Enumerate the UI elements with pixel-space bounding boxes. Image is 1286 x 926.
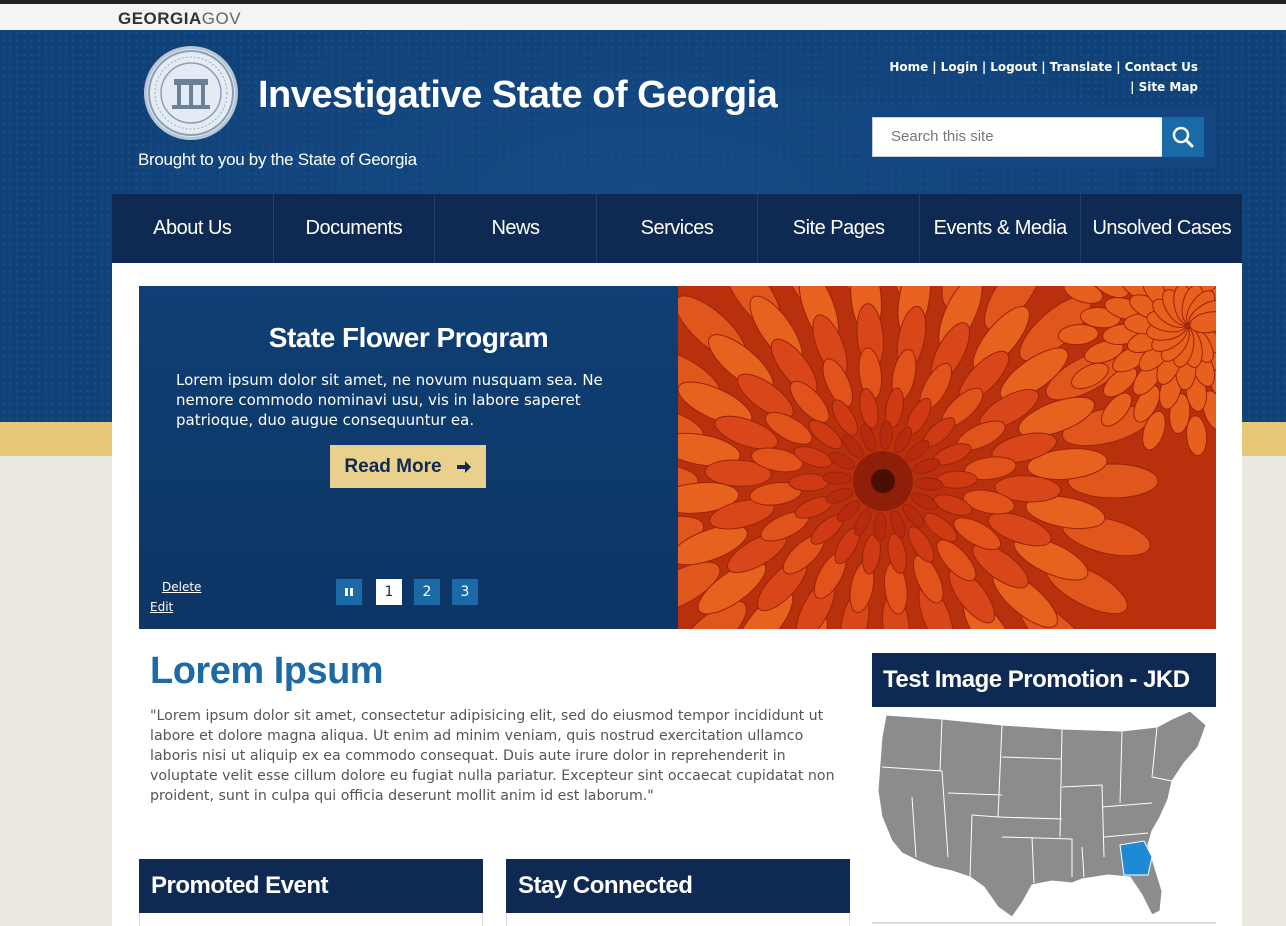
slide-page-3[interactable]: 3 bbox=[452, 579, 478, 605]
home-link[interactable]: Home bbox=[889, 60, 928, 74]
georgia-gov-logo[interactable]: GEORGIAGOV bbox=[118, 9, 241, 29]
nav-about-us[interactable]: About Us bbox=[112, 194, 274, 263]
slide-title: State Flower Program bbox=[268, 322, 549, 353]
delete-link[interactable]: Delete bbox=[162, 580, 201, 594]
utility-links: Home | Login | Logout | Translate | Contact Us |… bbox=[889, 60, 1198, 94]
us-map-image[interactable] bbox=[872, 707, 1216, 922]
stay-connected-heading: Stay Connected bbox=[506, 859, 850, 913]
site-tagline: Brought to you by the State of Georgia bbox=[138, 150, 417, 169]
promoted-event-body bbox=[139, 913, 483, 926]
search-box: Search this site bbox=[860, 106, 1216, 168]
contact-us-link[interactable]: Contact Us bbox=[1125, 60, 1198, 74]
content-body: "Lorem ipsum dolor sit amet, consectetur… bbox=[150, 708, 835, 804]
search-input[interactable]: Search this site bbox=[872, 117, 1164, 157]
main-nav: About Us Documents News Services Site Pa… bbox=[112, 194, 1242, 263]
georgia-gov-bar: GEORGIAGOV bbox=[0, 0, 1286, 30]
nav-services[interactable]: Services bbox=[597, 194, 759, 263]
slide-page-2[interactable]: 2 bbox=[414, 579, 440, 605]
slide-body: Lorem ipsum dolor sit amet, ne novum nus… bbox=[176, 371, 603, 429]
us-map-icon bbox=[877, 710, 1207, 918]
nav-news[interactable]: News bbox=[435, 194, 597, 263]
pause-button[interactable] bbox=[336, 579, 362, 605]
content-title: Lorem Ipsum bbox=[150, 650, 384, 692]
nav-documents[interactable]: Documents bbox=[274, 194, 436, 263]
nav-unsolved-cases[interactable]: Unsolved Cases bbox=[1081, 194, 1242, 263]
state-seal-icon[interactable] bbox=[144, 46, 238, 140]
logo-light: GOV bbox=[201, 9, 242, 28]
slide-page-1[interactable]: 1 bbox=[376, 579, 402, 605]
site-map-link[interactable]: Site Map bbox=[1139, 80, 1198, 94]
edit-link[interactable]: Edit bbox=[150, 600, 173, 614]
search-icon bbox=[1172, 126, 1194, 148]
arrow-right-icon bbox=[456, 460, 471, 473]
login-link[interactable]: Login bbox=[941, 60, 978, 74]
promoted-event-heading: Promoted Event bbox=[139, 859, 483, 913]
nav-events-media[interactable]: Events & Media bbox=[920, 194, 1082, 263]
site-title[interactable]: Investigative State of Georgia bbox=[258, 74, 778, 117]
translate-link[interactable]: Translate bbox=[1050, 60, 1113, 74]
read-more-label: Read More bbox=[344, 455, 442, 477]
promotion-divider bbox=[872, 922, 1216, 924]
stay-connected-body bbox=[506, 913, 850, 926]
promotion-heading: Test Image Promotion - JKD bbox=[872, 653, 1216, 707]
logout-link[interactable]: Logout bbox=[990, 60, 1037, 74]
pause-icon bbox=[345, 588, 353, 596]
read-more-button[interactable]: Read More bbox=[330, 445, 486, 488]
nav-site-pages[interactable]: Site Pages bbox=[758, 194, 920, 263]
flower-image bbox=[678, 286, 1216, 629]
search-button[interactable] bbox=[1162, 117, 1204, 157]
logo-bold: GEORGIA bbox=[118, 9, 202, 28]
